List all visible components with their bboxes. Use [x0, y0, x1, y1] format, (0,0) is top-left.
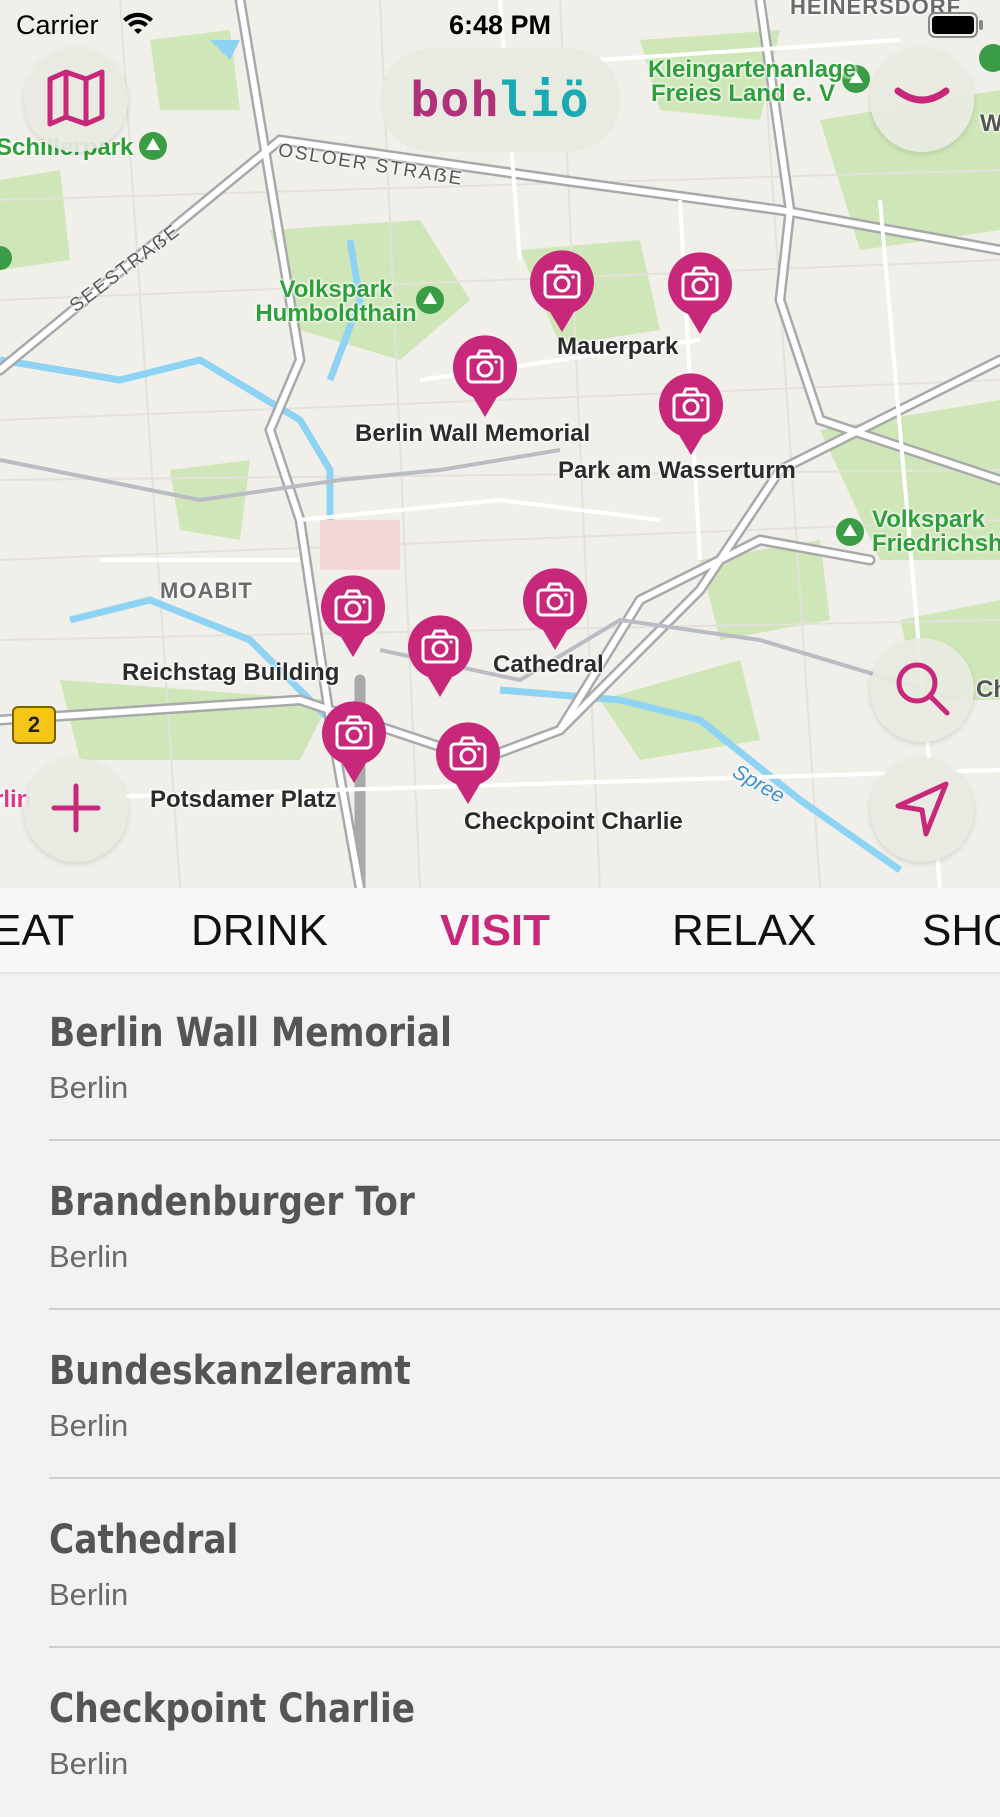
chevron-down-icon — [894, 83, 950, 118]
tab-visit[interactable]: VISIT — [440, 906, 550, 956]
park-label-friedrichshain: Volkspark Friedrichsh — [872, 508, 1000, 558]
status-time: 6:48 PM — [448, 10, 552, 40]
status-bar: Carrier 6:48 PM — [0, 0, 1000, 50]
edge-label-w: W — [980, 110, 1000, 137]
logo-part-1: boh — [410, 72, 500, 128]
poi-label-reichstag[interactable]: Reichstag Building — [122, 659, 339, 687]
park-label-text: Volkspark Friedrichsh — [872, 506, 1000, 557]
park-label-humboldthain: Volkspark Humboldthain — [241, 278, 431, 328]
plus-icon — [48, 780, 104, 841]
place-name: Bundeskanzleramt — [49, 1348, 411, 1394]
list-item[interactable]: Cathedral Berlin — [0, 1479, 1000, 1648]
place-city: Berlin — [49, 1070, 129, 1105]
location-arrow-icon — [892, 778, 952, 843]
map-view[interactable]: Carrier 6:48 PM boh liö Volkspark Humbol… — [0, 0, 1000, 888]
camera-pin-icon[interactable] — [666, 252, 734, 336]
app-logo: boh liö — [380, 48, 620, 152]
camera-pin-icon[interactable] — [406, 615, 474, 699]
list-item[interactable]: Berlin Wall Memorial Berlin — [0, 972, 1000, 1141]
camera-pin-icon[interactable] — [528, 250, 596, 334]
place-city: Berlin — [49, 1577, 129, 1612]
list-item[interactable]: Checkpoint Charlie Berlin — [0, 1648, 1000, 1817]
list-item[interactable]: Bundeskanzleramt Berlin — [0, 1310, 1000, 1479]
park-label-text: Kleingartenanlage Freies Land e. V — [648, 56, 857, 107]
battery-icon — [928, 12, 984, 43]
park-label-text: Volkspark Humboldthain — [255, 276, 417, 327]
place-name: Checkpoint Charlie — [49, 1686, 416, 1732]
camera-pin-icon[interactable] — [320, 701, 388, 785]
place-name: Brandenburger Tor — [49, 1179, 415, 1225]
locate-me-button[interactable] — [870, 758, 974, 862]
add-place-button[interactable] — [24, 758, 128, 862]
logo-part-2: liö — [500, 72, 590, 128]
place-name: Cathedral — [49, 1517, 239, 1563]
place-name: Berlin Wall Memorial — [49, 1010, 452, 1056]
poi-label-checkpoint-charlie[interactable]: Checkpoint Charlie — [464, 808, 683, 836]
place-city: Berlin — [49, 1408, 129, 1443]
district-label-moabit: MOABIT — [160, 578, 253, 603]
camera-pin-icon[interactable] — [521, 568, 589, 652]
search-button[interactable] — [870, 638, 974, 742]
tab-drink[interactable]: DRINK — [191, 906, 328, 956]
place-city: Berlin — [49, 1239, 129, 1274]
poi-label-mauerpark[interactable]: Mauerpark — [557, 333, 678, 361]
route-badge: 2 — [12, 706, 56, 744]
poi-label-berlin-wall-memorial[interactable]: Berlin Wall Memorial — [355, 420, 590, 448]
camera-pin-icon[interactable] — [451, 335, 519, 419]
collapse-button[interactable] — [870, 48, 974, 152]
camera-pin-icon[interactable] — [434, 722, 502, 806]
tab-shop[interactable]: SHO — [922, 906, 1000, 956]
list-item[interactable]: Brandenburger Tor Berlin — [0, 1141, 1000, 1310]
poi-label-cathedral[interactable]: Cathedral — [493, 651, 604, 679]
camera-pin-icon[interactable] — [319, 575, 387, 659]
map-toggle-button[interactable] — [24, 48, 128, 152]
search-icon — [892, 658, 952, 723]
camera-pin-icon[interactable] — [657, 373, 725, 457]
poi-label-park-am-wasserturm[interactable]: Park am Wasserturm — [558, 457, 796, 485]
edge-label-ch: Ch — [976, 676, 1000, 703]
park-label-kleingartenanlage: Kleingartenanlage Freies Land e. V — [648, 56, 857, 108]
map-icon — [45, 67, 107, 134]
category-tabs: EAT DRINK VISIT RELAX SHO — [0, 888, 1000, 972]
tab-eat[interactable]: EAT — [0, 906, 74, 956]
poi-label-potsdamer-platz[interactable]: Potsdamer Platz — [150, 786, 337, 814]
tab-relax[interactable]: RELAX — [672, 906, 816, 956]
place-city: Berlin — [49, 1746, 129, 1781]
places-list: Berlin Wall Memorial Berlin Brandenburge… — [0, 972, 1000, 1817]
